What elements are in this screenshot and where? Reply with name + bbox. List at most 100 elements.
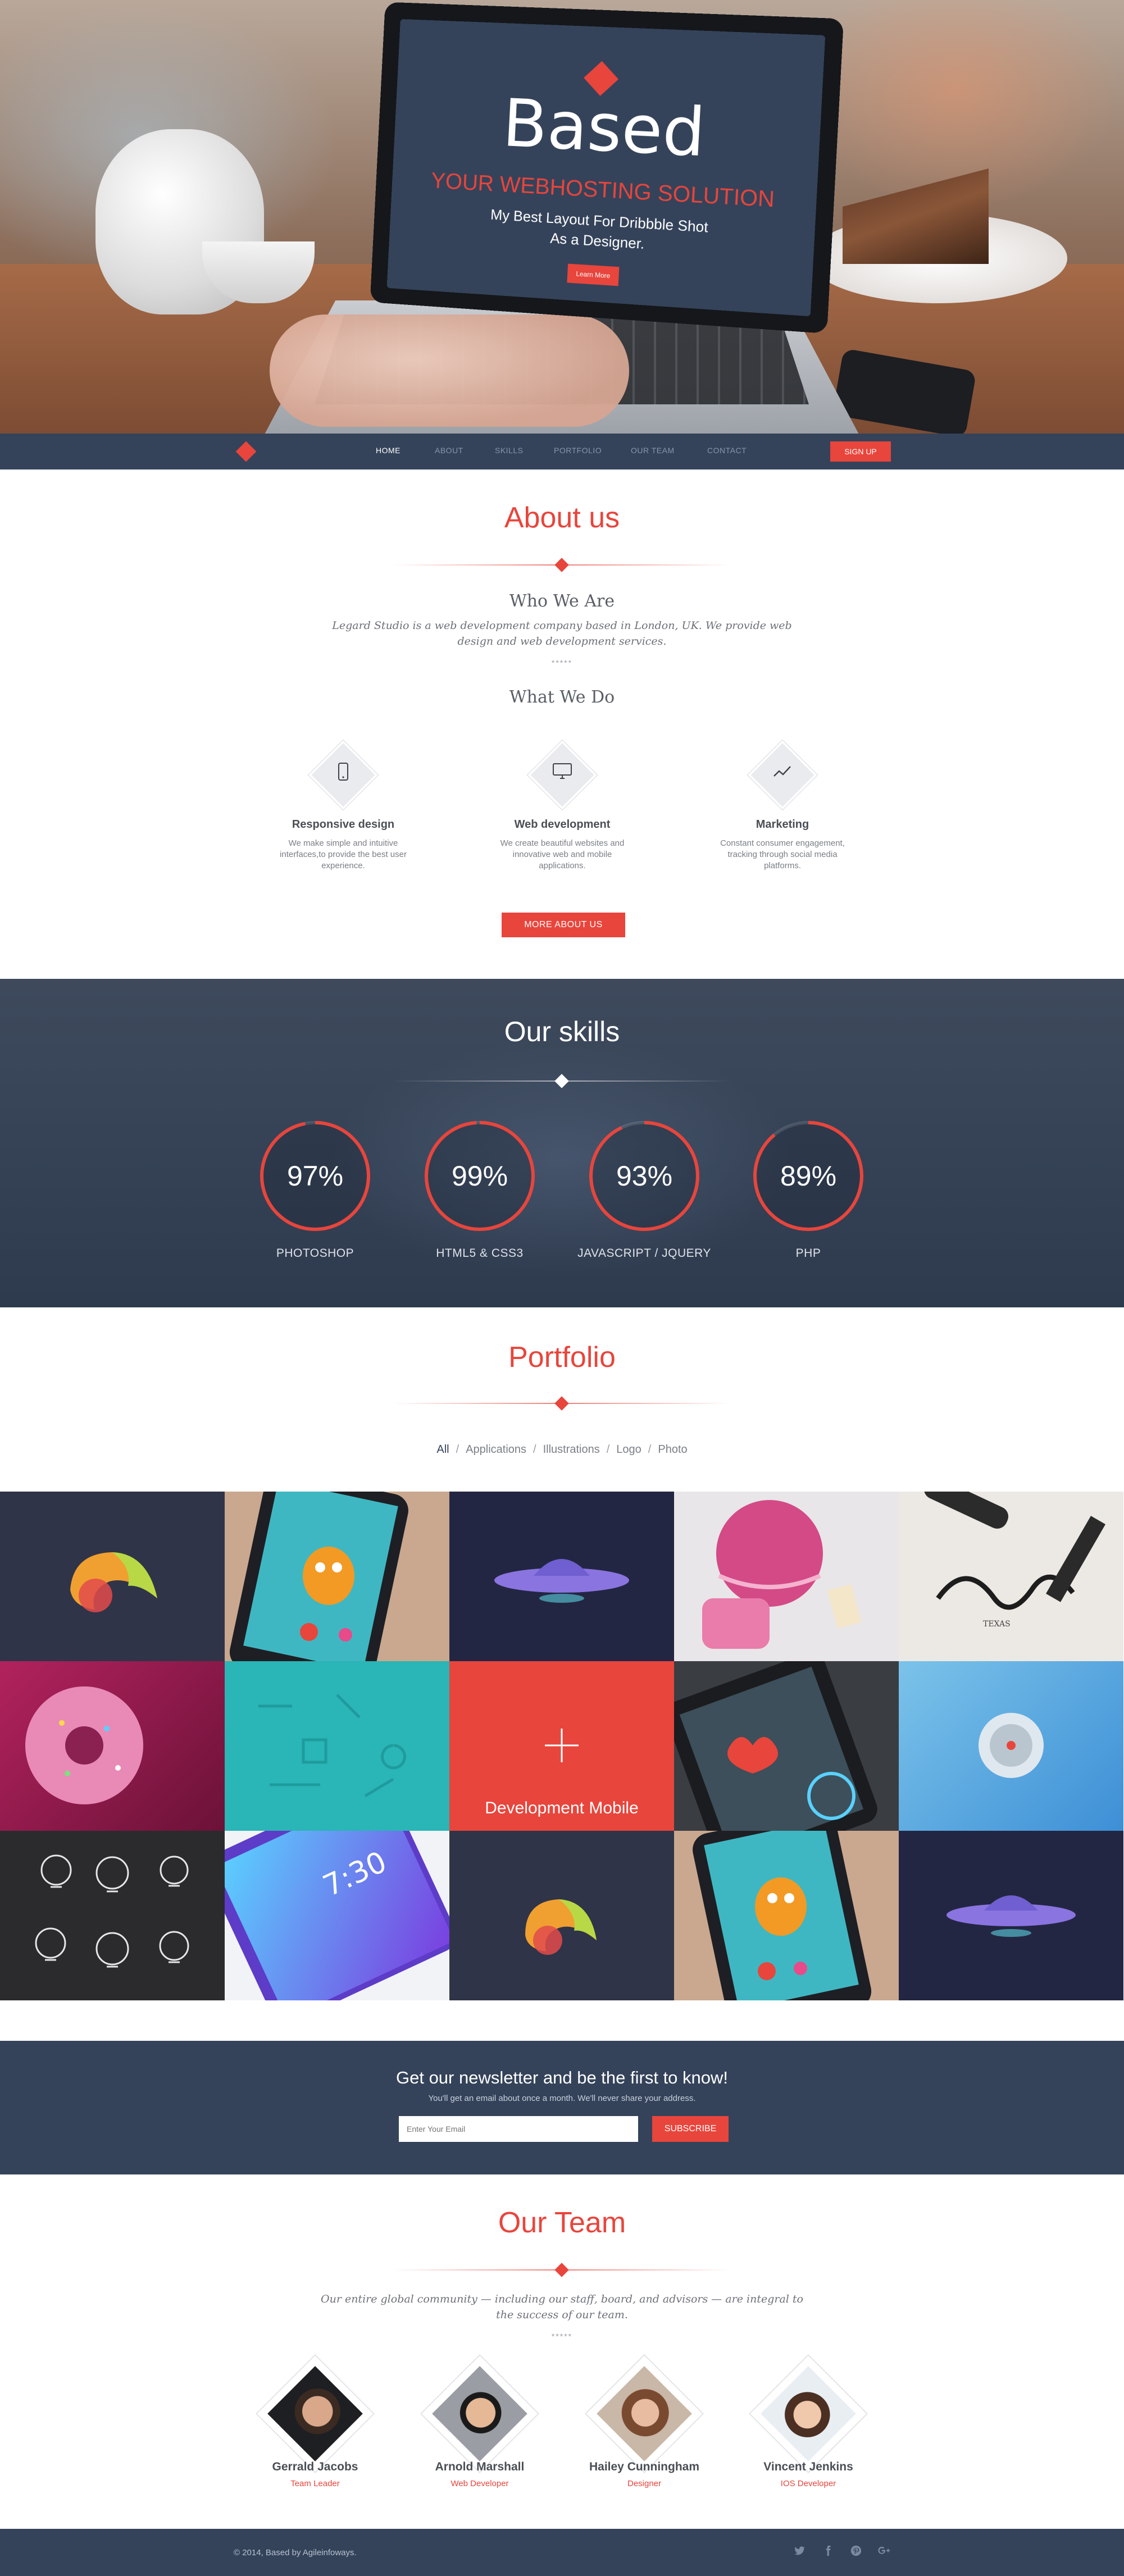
member-avatar <box>267 2366 363 2461</box>
nav-item-skills[interactable]: SKILLS <box>495 446 523 455</box>
team-stars-separator: ***** <box>551 2332 573 2341</box>
signup-button[interactable]: SIGN UP <box>830 441 891 462</box>
footer-copyright: © 2014, Based by Agileinfoways. <box>234 2548 357 2557</box>
nav-item-about[interactable]: ABOUT <box>435 446 463 455</box>
filter-separator: / <box>533 1443 536 1456</box>
member-photo[interactable] <box>255 2354 375 2474</box>
portfolio-item[interactable] <box>899 1831 1123 2000</box>
skill-percent: 97% <box>287 1160 343 1192</box>
portfolio-item[interactable] <box>0 1831 225 2000</box>
member-photo[interactable] <box>420 2354 540 2474</box>
service-title-responsive: Responsive design <box>292 818 395 831</box>
portfolio-item[interactable] <box>449 1831 674 2000</box>
filter-separator: / <box>606 1443 610 1456</box>
portfolio-filters: All / Applications / Illustrations / Logo / Phot… <box>0 1443 1124 1456</box>
member-avatar <box>761 2366 856 2461</box>
hero-section: Based YOUR WEBHOSTING SOLUTION My Best L… <box>0 0 1124 434</box>
member-role: Web Developer <box>450 2479 509 2488</box>
skill-label-photoshop: PHOTOSHOP <box>276 1247 354 1260</box>
member-role: IOS Developer <box>780 2479 836 2488</box>
nav-item-contact[interactable]: CONTACT <box>707 446 747 455</box>
team-divider-diamond-icon <box>554 2263 569 2277</box>
about-subtitle: Who We Are <box>509 591 615 611</box>
portfolio-item[interactable] <box>449 1492 674 1661</box>
nav-item-portfolio[interactable]: PORTFOLIO <box>554 446 602 455</box>
skill-label-php: PHP <box>795 1247 821 1260</box>
skill-percent: 93% <box>616 1160 672 1192</box>
member-avatar <box>597 2366 692 2461</box>
member-photo[interactable] <box>748 2354 868 2474</box>
member-name: Arnold Marshall <box>435 2460 525 2473</box>
skill-percent: 99% <box>452 1160 508 1192</box>
service-title-marketing: Marketing <box>756 818 809 831</box>
service-title-webdev: Web development <box>514 818 611 831</box>
portfolio-item[interactable] <box>674 1661 899 1831</box>
portfolio-item[interactable] <box>225 1492 449 1661</box>
service-responsive <box>307 739 379 811</box>
portfolio-item[interactable] <box>0 1661 225 1831</box>
filter-logo[interactable]: Logo <box>616 1443 641 1456</box>
line-chart-icon <box>749 763 816 784</box>
portfolio-title: Portfolio <box>508 1341 616 1374</box>
skill-percent: 89% <box>780 1160 836 1192</box>
member-role: Designer <box>627 2479 662 2488</box>
nav-item-home[interactable]: HOME <box>376 446 401 455</box>
facebook-icon[interactable] <box>820 2545 836 2560</box>
more-about-us-button[interactable]: MORE ABOUT US <box>502 913 625 937</box>
nav-item-our-team[interactable]: OUR TEAM <box>631 446 675 455</box>
smartphone-icon <box>310 763 377 785</box>
member-avatar <box>432 2366 527 2461</box>
filter-separator: / <box>456 1443 459 1456</box>
portfolio-item[interactable]: TEXAS <box>899 1492 1123 1661</box>
about-stars-separator: ***** <box>551 658 573 667</box>
member-name: Vincent Jenkins <box>763 2460 853 2473</box>
portfolio-divider-diamond-icon <box>554 1396 569 1411</box>
svg-text:TEXAS: TEXAS <box>983 1620 1011 1629</box>
portfolio-item[interactable] <box>225 1661 449 1831</box>
filter-applications[interactable]: Applications <box>466 1443 526 1456</box>
portfolio-item[interactable] <box>0 1492 225 1661</box>
what-we-do-heading: What We Do <box>509 687 615 707</box>
hero-hands <box>270 314 629 427</box>
service-desc-webdev: We create beautiful websites and innovat… <box>500 838 625 870</box>
pinterest-icon[interactable] <box>848 2545 864 2560</box>
google-plus-icon[interactable] <box>876 2545 892 2560</box>
logo-diamond-icon[interactable] <box>235 441 257 462</box>
newsletter-section: Get our newsletter and be the first to k… <box>0 2041 1124 2174</box>
footer: © 2014, Based by Agileinfoways. <box>0 2529 1124 2576</box>
member-name: Gerrald Jacobs <box>272 2460 358 2473</box>
member-role: Team Leader <box>290 2479 340 2488</box>
member-photo[interactable] <box>584 2354 704 2474</box>
filter-separator: / <box>648 1443 652 1456</box>
member-name: Hailey Cunningham <box>589 2460 700 2473</box>
portfolio-item[interactable]: 7:30 <box>225 1831 449 2000</box>
subscribe-button[interactable]: SUBSCRIBE <box>652 2116 729 2142</box>
hero-laptop-screen: Based YOUR WEBHOSTING SOLUTION My Best L… <box>386 19 826 317</box>
monitor-icon <box>529 763 596 784</box>
about-divider-diamond-icon <box>554 558 569 572</box>
skill-label-javascript: JAVASCRIPT / JQUERY <box>577 1247 711 1260</box>
twitter-icon[interactable] <box>791 2545 807 2560</box>
skills-section: Our skills 97% 99% 93% 89% PHOTOSHOP HTML5 … <box>0 979 1124 1307</box>
hero-learn-more-button[interactable]: Learn More <box>567 263 620 286</box>
main-navbar: HOME ABOUT SKILLS PORTFOLIO OUR TEAM CON… <box>0 434 1124 469</box>
service-webdev <box>526 739 598 811</box>
filter-illustrations[interactable]: Illustrations <box>543 1443 600 1456</box>
about-description: Legard Studio is a web development compa… <box>332 619 792 648</box>
filter-photo[interactable]: Photo <box>658 1443 687 1456</box>
hero-brand: Based <box>500 84 707 172</box>
portfolio-item[interactable] <box>674 1831 899 2000</box>
portfolio-hover-label: Development Mobile <box>485 1799 639 1817</box>
newsletter-email-input[interactable] <box>399 2116 638 2142</box>
hero-cake <box>843 168 989 264</box>
service-marketing <box>747 739 818 811</box>
service-desc-responsive: We make simple and intuitive interfaces,… <box>280 838 407 870</box>
newsletter-subtitle: You'll get an email about once a month. … <box>428 2094 696 2103</box>
portfolio-item-hover[interactable]: Development Mobile <box>449 1661 674 1831</box>
filter-all[interactable]: All <box>436 1443 449 1456</box>
portfolio-item[interactable] <box>674 1492 899 1661</box>
team-title: Our Team <box>498 2206 626 2239</box>
skill-label-html-css: HTML5 & CSS3 <box>436 1247 524 1260</box>
portfolio-item[interactable] <box>899 1661 1123 1831</box>
about-title: About us <box>504 501 620 534</box>
